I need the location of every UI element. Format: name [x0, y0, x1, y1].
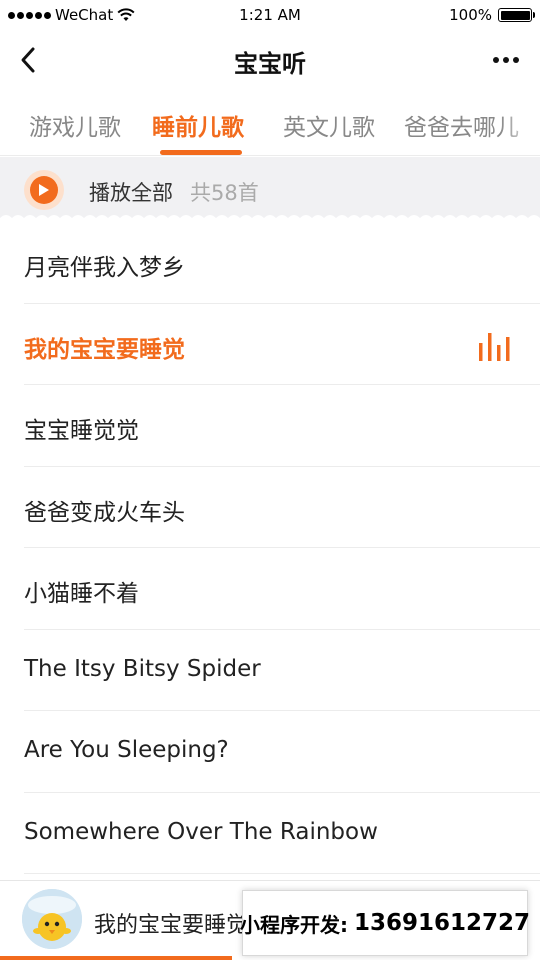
- play-all-button[interactable]: [24, 170, 64, 210]
- back-button[interactable]: [10, 42, 46, 78]
- song-item[interactable]: 月亮伴我入梦乡: [24, 222, 540, 304]
- battery-icon: [498, 8, 535, 22]
- song-title: The Itsy Bitsy Spider: [24, 655, 261, 682]
- now-playing-title: 我的宝宝要睡觉: [94, 913, 249, 938]
- song-count: 共58首: [190, 181, 259, 205]
- equalizer-icon: [479, 332, 510, 361]
- promo-phone: 13691612727: [353, 910, 531, 936]
- playback-progress: [0, 956, 233, 960]
- song-title: 宝宝睡觉觉: [24, 418, 139, 444]
- category-tabs: 游戏儿歌 睡前儿歌 英文儿歌 爸爸去哪儿: [0, 90, 540, 156]
- chick-avatar-icon: [22, 889, 82, 949]
- song-item[interactable]: 爸爸变成火车头: [24, 467, 540, 548]
- promo-banner[interactable]: 小程序开发: 13691612727: [239, 890, 531, 956]
- tab-fade: [500, 90, 540, 155]
- more-dots-icon: [493, 57, 499, 63]
- song-item[interactable]: 宝宝睡觉觉: [24, 385, 540, 467]
- play-icon: [39, 184, 49, 196]
- active-tab-indicator: [160, 150, 242, 155]
- song-title: 爸爸变成火车头: [24, 499, 185, 526]
- play-all-label: 播放全部: [89, 181, 173, 205]
- album-art[interactable]: [22, 889, 82, 949]
- song-title: Somewhere Over The Rainbow: [24, 818, 378, 845]
- status-bar: WeChat 1:21 AM 100%: [0, 0, 540, 30]
- tab-game-songs[interactable]: 游戏儿歌: [29, 108, 121, 142]
- tab-english-songs[interactable]: 英文儿歌: [283, 108, 375, 142]
- song-item[interactable]: Somewhere Over The Rainbow: [24, 793, 540, 874]
- song-title: Are You Sleeping?: [24, 737, 229, 763]
- nav-bar: 宝宝听: [0, 30, 540, 90]
- song-item-playing[interactable]: 我的宝宝要睡觉: [24, 304, 540, 385]
- chevron-left-icon: [21, 47, 35, 73]
- song-item[interactable]: 小猫睡不着: [24, 548, 540, 630]
- status-right: 100%: [449, 6, 535, 24]
- more-button[interactable]: [486, 44, 526, 76]
- battery-label: 100%: [449, 6, 492, 24]
- song-list: 月亮伴我入梦乡 我的宝宝要睡觉 宝宝睡觉觉 爸爸变成火车头 小猫睡不着 The …: [0, 222, 540, 874]
- song-title: 小猫睡不着: [24, 581, 139, 607]
- tab-bedtime-songs[interactable]: 睡前儿歌: [152, 108, 244, 142]
- promo-label: 小程序开发:: [239, 912, 348, 937]
- song-item[interactable]: Are You Sleeping?: [24, 711, 540, 793]
- song-item[interactable]: The Itsy Bitsy Spider: [24, 630, 540, 711]
- song-title: 我的宝宝要睡觉: [24, 336, 185, 363]
- song-title: 月亮伴我入梦乡: [24, 255, 185, 281]
- screen: WeChat 1:21 AM 100% 宝宝听 游戏儿歌 睡前儿歌 英文儿歌 爸…: [0, 0, 540, 960]
- page-title: 宝宝听: [234, 50, 306, 78]
